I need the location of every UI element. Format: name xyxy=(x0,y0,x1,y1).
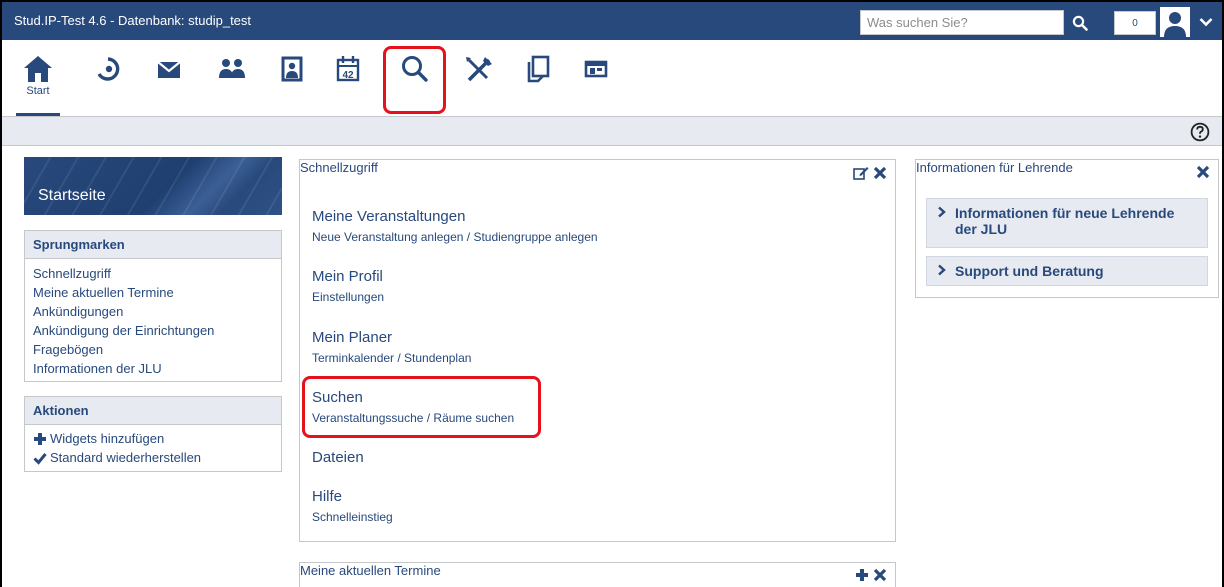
quick-entry-dateien[interactable]: Dateien xyxy=(312,449,364,466)
jump-marks-widget: Sprungmarken Schnellzugriff Meine aktuel… xyxy=(24,230,282,382)
jump-link-einrichtungen[interactable]: Ankündigung der Einrichtungen xyxy=(33,321,273,340)
top-bar: Stud.IP-Test 4.6 - Datenbank: studip_tes… xyxy=(2,2,1222,40)
jump-link-jlu[interactable]: Informationen der JLU xyxy=(33,359,273,378)
quick-entry-title[interactable]: Mein Profil xyxy=(312,268,384,285)
teacher-info-header: Informationen für Lehrende xyxy=(916,160,1218,188)
sidebar-title: Startseite xyxy=(38,187,106,204)
nav-planner[interactable]: 42 xyxy=(328,54,368,104)
jump-marks-header: Sprungmarken xyxy=(25,231,281,259)
tools-icon xyxy=(466,57,492,82)
quick-entry-sub[interactable]: Terminkalender / Stundenplan xyxy=(312,351,471,365)
chevron-down-icon xyxy=(1199,18,1213,27)
profile-icon xyxy=(281,56,303,82)
notification-counter[interactable]: 0 xyxy=(1114,11,1156,35)
quick-entry-veranstaltungen[interactable]: Meine Veranstaltungen Neue Veranstaltung… xyxy=(312,208,598,244)
quick-entry-profil[interactable]: Mein Profil Einstellungen xyxy=(312,268,384,304)
quick-entry-title[interactable]: Meine Veranstaltungen xyxy=(312,208,598,225)
nav-start-label: Start xyxy=(26,85,50,97)
actions-widget: Aktionen Widgets hinzufügen Standard wie… xyxy=(24,396,282,472)
user-menu-toggle[interactable] xyxy=(1196,12,1216,32)
restore-default-link[interactable]: Standard wiederherstellen xyxy=(33,448,273,467)
teacher-info-title: Informationen für Lehrende xyxy=(916,160,1073,175)
check-icon xyxy=(33,452,47,465)
quick-entry-sub[interactable]: Neue Veranstaltung anlegen / Studiengrup… xyxy=(312,230,598,244)
user-icon xyxy=(1164,12,1186,37)
jump-marks-list: Schnellzugriff Meine aktuellen Termine A… xyxy=(25,259,281,383)
quick-entry-planer[interactable]: Mein Planer Terminkalender / Stundenplan xyxy=(312,329,471,365)
actions-header: Aktionen xyxy=(25,397,281,425)
info-item-support[interactable]: Support und Beratung xyxy=(926,256,1208,286)
quick-access-title: Schnellzugriff xyxy=(300,160,378,175)
jump-link-schnellzugriff[interactable]: Schnellzugriff xyxy=(33,264,273,283)
quick-entry-title[interactable]: Hilfe xyxy=(312,488,393,505)
close-icon[interactable] xyxy=(873,166,887,180)
nav-tools[interactable] xyxy=(459,54,499,104)
search-field[interactable] xyxy=(860,10,1064,35)
jump-link-termine[interactable]: Meine aktuellen Termine xyxy=(33,283,273,302)
jump-link-ankuendigungen[interactable]: Ankündigungen xyxy=(33,302,273,321)
rooms-icon xyxy=(584,60,608,78)
sidebar-header: Startseite xyxy=(24,157,282,215)
help-bar xyxy=(2,116,1222,146)
help-icon[interactable] xyxy=(1190,122,1210,142)
quick-entry-title[interactable]: Mein Planer xyxy=(312,329,471,346)
teacher-info-widget: Informationen für Lehrende Informationen… xyxy=(915,159,1219,298)
nav-community[interactable] xyxy=(212,54,252,104)
plus-icon[interactable] xyxy=(855,568,869,582)
community-icon xyxy=(219,59,245,78)
search-input[interactable] xyxy=(861,11,1063,34)
files-icon xyxy=(527,55,550,83)
mail-icon xyxy=(157,61,181,78)
activity-icon xyxy=(97,57,120,81)
add-widgets-label: Widgets hinzufügen xyxy=(50,431,165,446)
jump-link-frageboegen[interactable]: Fragebögen xyxy=(33,340,273,359)
chevron-right-icon xyxy=(938,264,946,276)
main-navigation: Start 42 xyxy=(2,40,1222,116)
nav-start[interactable]: Start xyxy=(18,54,58,104)
quick-access-widget: Schnellzugriff Meine Veranstaltungen Neu… xyxy=(299,159,896,542)
close-icon[interactable] xyxy=(873,568,887,582)
info-item-new-teachers[interactable]: Informationen für neue Lehrende der JLU xyxy=(926,198,1208,248)
termine-header: Meine aktuellen Termine xyxy=(300,563,895,587)
restore-default-label: Standard wiederherstellen xyxy=(50,450,202,465)
chevron-right-icon xyxy=(938,206,946,218)
edit-icon[interactable] xyxy=(853,165,869,181)
app-frame: Stud.IP-Test 4.6 - Datenbank: studip_tes… xyxy=(0,0,1224,587)
quick-entry-sub[interactable]: Schnelleinstieg xyxy=(312,510,393,524)
nav-rooms[interactable] xyxy=(576,54,616,104)
info-item-label[interactable]: Support und Beratung xyxy=(955,263,1104,279)
calendar-day: 42 xyxy=(342,70,354,81)
nav-messages[interactable] xyxy=(149,54,189,104)
search-highlight-box xyxy=(383,46,446,114)
nav-activity[interactable] xyxy=(88,54,128,104)
quick-access-header: Schnellzugriff xyxy=(300,160,895,190)
calendar-icon: 42 xyxy=(336,56,360,82)
quick-entry-sub[interactable]: Einstellungen xyxy=(312,290,384,304)
app-title: Stud.IP-Test 4.6 - Datenbank: studip_tes… xyxy=(14,13,252,28)
suchen-highlight-box xyxy=(302,376,541,438)
nav-files[interactable] xyxy=(518,54,558,104)
search-button[interactable] xyxy=(1066,10,1094,35)
termine-widget: Meine aktuellen Termine xyxy=(299,562,896,587)
add-widgets-link[interactable]: Widgets hinzufügen xyxy=(33,429,273,448)
avatar[interactable] xyxy=(1160,7,1190,37)
quick-entry-title[interactable]: Dateien xyxy=(312,449,364,466)
home-icon xyxy=(24,56,52,82)
info-item-label[interactable]: Informationen für neue Lehrende der JLU xyxy=(955,205,1174,237)
actions-list: Widgets hinzufügen Standard wiederherste… xyxy=(25,425,281,471)
close-icon[interactable] xyxy=(1196,165,1210,179)
quick-entry-hilfe[interactable]: Hilfe Schnelleinstieg xyxy=(312,488,393,524)
termine-title: Meine aktuellen Termine xyxy=(300,563,441,578)
nav-profile[interactable] xyxy=(272,54,312,104)
plus-icon xyxy=(34,432,46,445)
search-icon xyxy=(1072,15,1088,31)
